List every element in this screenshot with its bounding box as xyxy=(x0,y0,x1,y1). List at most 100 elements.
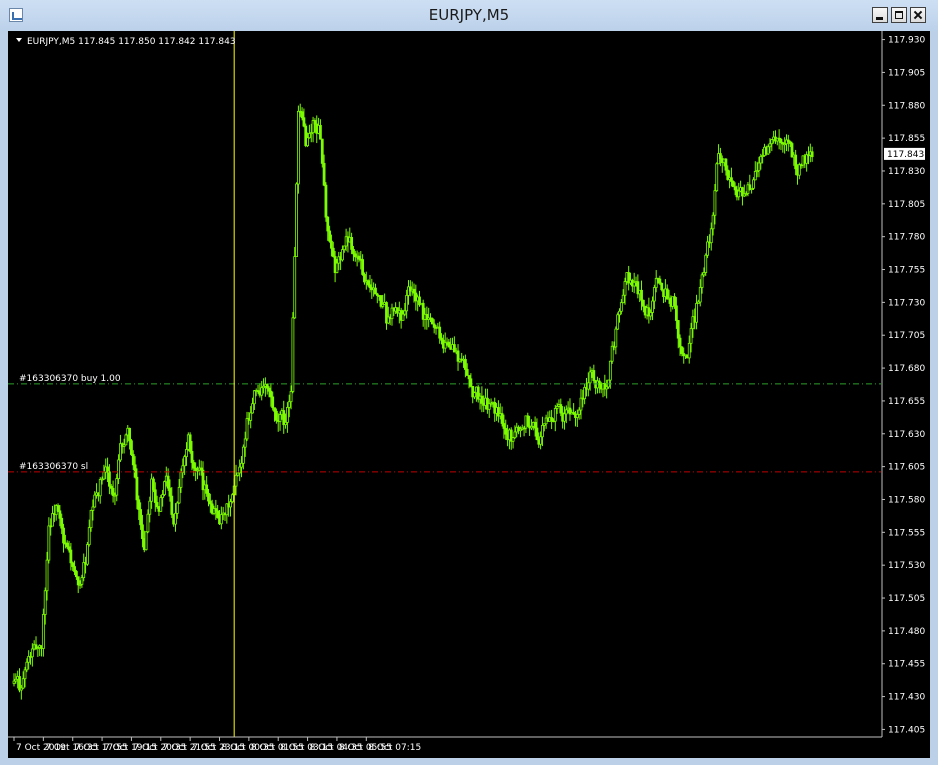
candle-body xyxy=(229,501,232,508)
candle-body xyxy=(269,390,273,398)
candle-body xyxy=(60,517,64,529)
candle-body xyxy=(695,303,698,323)
price-tick-label: 117.430 xyxy=(888,693,925,703)
candle-body xyxy=(665,288,669,300)
candle-body xyxy=(71,562,75,567)
candle-body xyxy=(766,146,770,155)
candle-body xyxy=(274,410,278,421)
candle-body xyxy=(432,323,436,328)
candle-body xyxy=(412,288,416,294)
price-tick-label: 117.455 xyxy=(888,660,925,670)
candle-body xyxy=(93,494,97,508)
candle-body xyxy=(89,509,93,529)
candle-body xyxy=(680,346,684,354)
candle-body xyxy=(730,177,733,182)
candle-body xyxy=(610,345,614,362)
candle-body xyxy=(98,479,102,497)
candle-body xyxy=(579,397,583,411)
candle-body xyxy=(265,383,269,389)
candle-body xyxy=(623,281,627,296)
candle-body xyxy=(241,446,245,464)
candle-body xyxy=(252,390,256,405)
candle-body xyxy=(541,425,544,438)
candle-body xyxy=(473,392,476,398)
price-tick-label: 117.880 xyxy=(888,101,925,111)
candle-body xyxy=(731,181,735,188)
price-tick-label: 117.755 xyxy=(888,266,925,276)
candle-body xyxy=(174,512,177,525)
candle-body xyxy=(759,156,763,164)
candle-body xyxy=(219,514,223,525)
candle-body xyxy=(618,310,621,316)
candle-body xyxy=(80,577,84,585)
symbol-menu-triangle-icon[interactable] xyxy=(16,38,22,42)
candle-body xyxy=(733,186,737,191)
candle-body xyxy=(709,228,713,244)
candle-body xyxy=(687,342,691,359)
candle-body xyxy=(133,464,137,478)
candle-body xyxy=(706,241,709,256)
candle-body xyxy=(539,436,543,445)
candle-body xyxy=(658,278,662,284)
candle-body xyxy=(614,328,618,348)
candle-body xyxy=(67,546,71,551)
candle-body xyxy=(319,125,322,140)
price-tick-label: 117.655 xyxy=(888,397,925,407)
candle-body xyxy=(328,230,331,242)
candle-body xyxy=(153,489,157,503)
chart-window: EURJPY,M5 #163306370 buy 1.00 #163306370 … xyxy=(0,0,938,765)
candle-body xyxy=(335,262,339,273)
candle-body xyxy=(342,245,346,251)
candle-body xyxy=(45,559,49,592)
candle-body xyxy=(352,249,355,255)
price-tick-label: 117.830 xyxy=(888,167,925,177)
candle-body xyxy=(641,299,645,307)
candle-body xyxy=(810,151,814,158)
candle-body xyxy=(533,421,537,429)
candle-body xyxy=(331,247,335,257)
price-chart[interactable]: #163306370 buy 1.00 #163306370 sl 117.930… xyxy=(8,31,930,758)
price-tick-label: 117.680 xyxy=(888,364,925,374)
candle-body xyxy=(205,484,209,494)
price-tick-label: 117.855 xyxy=(888,134,925,144)
candle-body xyxy=(698,287,702,303)
candle-body xyxy=(563,413,566,422)
candle-body xyxy=(438,326,442,339)
current-price-label: 117.843 xyxy=(887,150,924,160)
candle-body xyxy=(550,417,554,422)
candle-body xyxy=(357,255,361,260)
candle-body xyxy=(651,300,654,313)
candle-body xyxy=(155,502,159,508)
chart-canvas[interactable]: #163306370 buy 1.00 #163306370 sl 117.930… xyxy=(8,31,930,758)
candle-body xyxy=(58,510,62,519)
price-tick-label: 117.505 xyxy=(888,594,925,604)
candle-body xyxy=(559,404,563,414)
price-tick-label: 117.480 xyxy=(888,627,925,637)
candle-body xyxy=(302,117,306,127)
maximize-button[interactable] xyxy=(891,7,907,23)
candle-body xyxy=(366,280,370,286)
title-bar[interactable]: EURJPY,M5 xyxy=(0,0,938,31)
price-axis: 117.930 117.905 117.880 117.855 117.830 117.8… xyxy=(881,31,925,737)
candle-body xyxy=(56,505,60,512)
candle-body xyxy=(405,295,409,312)
candle-body xyxy=(82,562,86,579)
candle-body xyxy=(130,440,133,455)
candle-body xyxy=(170,495,174,515)
candle-body xyxy=(469,378,473,387)
candle-body xyxy=(152,478,155,491)
candle-body xyxy=(175,502,179,514)
candle-body xyxy=(168,487,172,497)
candle-body xyxy=(640,289,643,301)
minimize-button[interactable] xyxy=(872,7,888,23)
candle-body xyxy=(106,466,109,473)
candle-body xyxy=(234,474,238,487)
candle-body xyxy=(757,162,761,172)
candle-body xyxy=(330,240,333,249)
candle-body xyxy=(208,500,212,505)
candle-body xyxy=(715,163,719,192)
candle-body xyxy=(447,341,451,348)
candle-body xyxy=(463,358,467,370)
candle-body xyxy=(308,133,311,139)
close-button[interactable] xyxy=(910,7,926,23)
